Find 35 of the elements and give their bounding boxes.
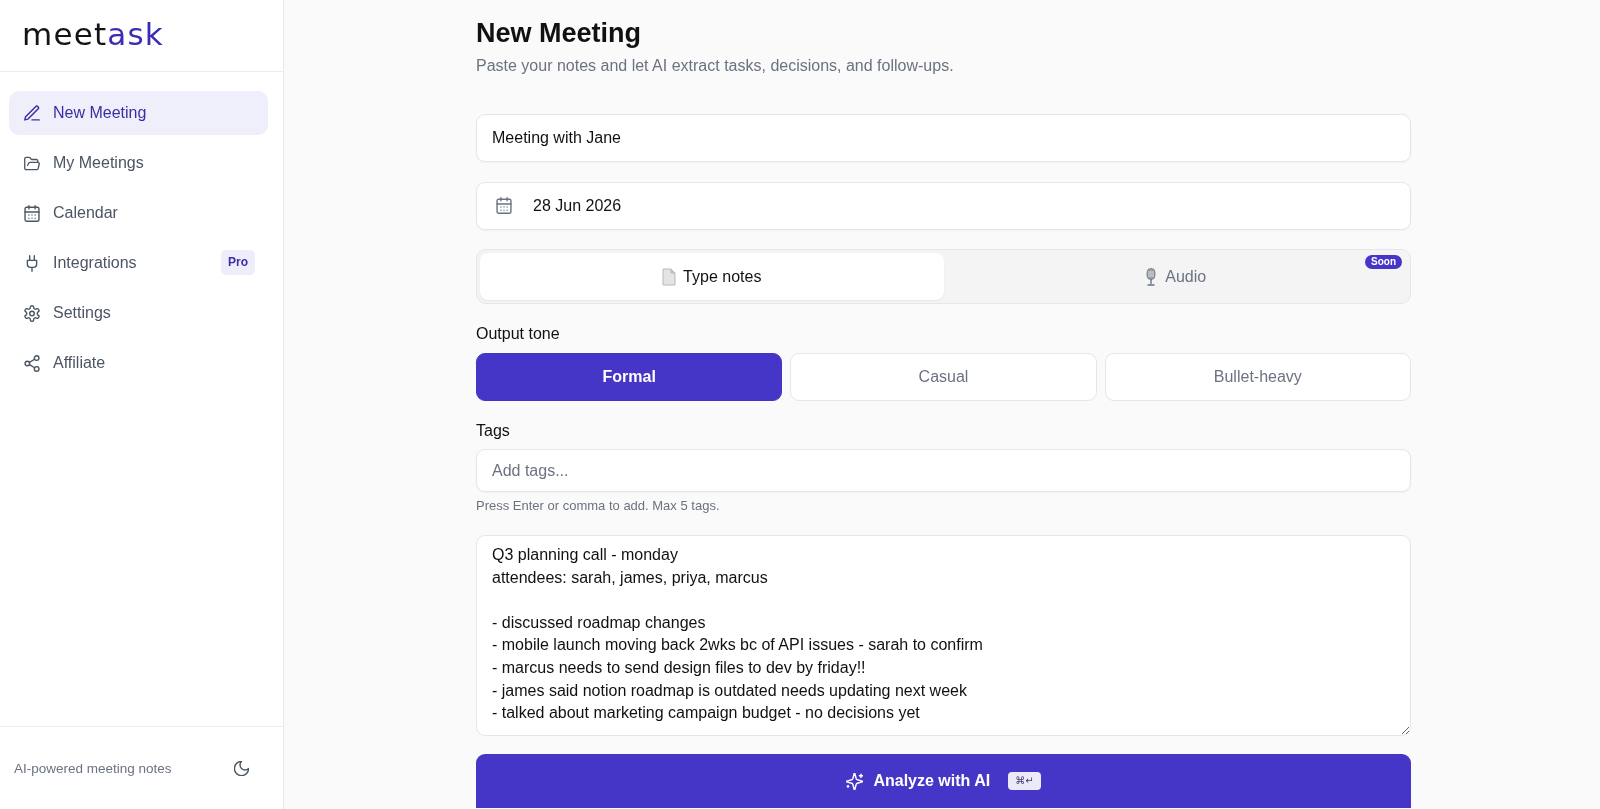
moon-icon[interactable] [234, 760, 249, 776]
app-logo: meetask [22, 19, 164, 50]
document-icon [662, 267, 677, 286]
calendar-icon [24, 204, 40, 222]
plug-icon [24, 254, 40, 272]
calendar-icon [496, 197, 512, 214]
tone-option[interactable]: Formal [476, 353, 783, 401]
shortcut-key: ⌘↵ [1008, 772, 1041, 790]
page-title: New Meeting [476, 17, 643, 50]
nav-item[interactable]: Affiliate [9, 341, 268, 385]
pencil-icon [24, 104, 40, 122]
tone-option[interactable]: Casual [790, 353, 1097, 401]
sparkles-icon [846, 772, 864, 790]
tags-hint: Press Enter or comma to add. Max 5 tags. [476, 498, 721, 514]
settings-icon [24, 304, 40, 322]
microphone-icon [1144, 267, 1159, 286]
page-subtitle: Paste your notes and let AI extract tasks, decisions, and follow-ups. [476, 56, 955, 76]
tagline: AI-powered meeting notes [14, 760, 172, 776]
field-label: Tags [476, 421, 511, 441]
nav-item[interactable]: New Meeting [9, 91, 268, 135]
nav-item[interactable]: Settings [9, 291, 268, 335]
nav-item[interactable]: My Meetings [9, 141, 268, 185]
analyze-button[interactable]: Analyze with AI ⌘↵ [476, 754, 1411, 808]
input-mode-tab[interactable]: Type notes [480, 253, 944, 300]
date-field[interactable]: 28 Jun 2026 [476, 182, 1411, 230]
soon-badge: Soon [1365, 255, 1402, 269]
title-field[interactable]: Meeting with Jane [476, 114, 1411, 162]
folder-icon [24, 154, 40, 172]
share-icon [24, 354, 40, 372]
nav-item[interactable]: Calendar [9, 191, 268, 235]
tone-option[interactable]: Bullet-heavy [1104, 353, 1411, 401]
field-label: Output tone [476, 324, 561, 344]
plan-badge: Pro [221, 250, 255, 275]
tags-field[interactable]: Add tags... [476, 449, 1411, 492]
notes-field[interactable]: Q3 planning call - monday attendees: sarah, james, priya, marcus - discussed roadmap changes - mobile launch moving back 2wks bc of API issues - sarah to confirm - marcus needs to send design files to dev by friday!! - james said notion roadmap is outdated needs updating next week - talked about marketing campaign budget - no decisions yet [476, 535, 1411, 736]
